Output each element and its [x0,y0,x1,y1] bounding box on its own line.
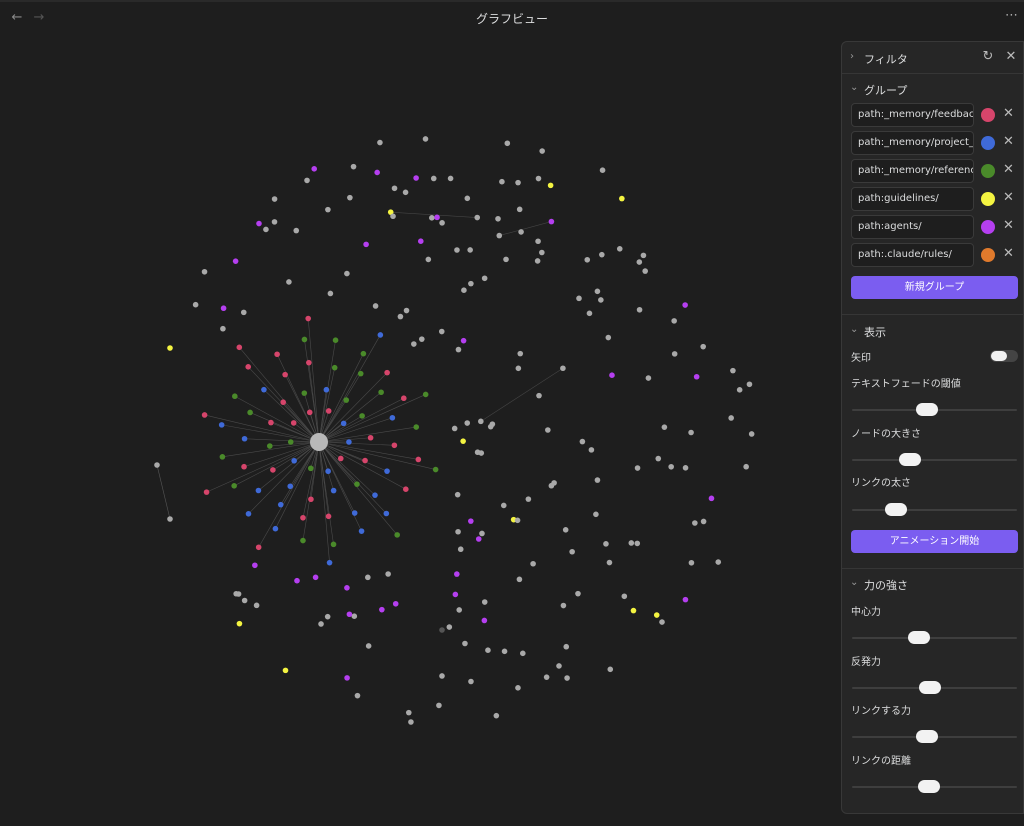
group-query-input[interactable]: path:_memory/referenc [851,159,974,183]
graph-settings-panel: › フィルタ ↻ ✕ ⌄ グループ path:_memory/feedbac ✕… [841,41,1024,814]
link-force-slider[interactable] [852,730,1017,744]
display-section-header[interactable]: ⌄ 表示 [842,322,1024,342]
slider-thumb[interactable] [916,403,939,416]
group-query-input[interactable]: path:agents/ [851,215,974,239]
arrows-toggle[interactable] [990,350,1018,362]
text-fade-label: テキストフェードの閾値 [851,379,961,390]
group-color-swatch[interactable] [981,220,995,234]
window-title: グラフビュー [475,12,548,26]
center-force-label: 中心力 [851,607,881,618]
divider [842,568,1024,569]
chevron-right-icon: › [850,51,854,62]
arrows-label: 矢印 [851,353,871,364]
link-distance-slider[interactable] [852,780,1017,794]
start-animation-button[interactable]: アニメーション開始 [851,530,1018,553]
group-query-input[interactable]: path:_memory/project_ [851,131,974,155]
link-thickness-label: リンクの太さ [851,478,911,489]
node-size-label: ノードの大きさ [851,429,921,440]
node-size-slider[interactable] [852,453,1017,467]
filter-section-label: フィルタ [864,53,908,66]
slider-thumb[interactable] [916,730,939,743]
chevron-down-icon: ⌄ [850,82,859,93]
remove-group-icon[interactable]: ✕ [1003,218,1014,233]
remove-group-icon[interactable]: ✕ [1003,246,1014,261]
text-fade-slider[interactable] [852,403,1017,417]
repel-force-slider[interactable] [852,681,1017,695]
graph-canvas[interactable] [0,32,840,826]
remove-group-icon[interactable]: ✕ [1003,190,1014,205]
remove-group-icon[interactable]: ✕ [1003,162,1014,177]
group-row: path:.claude/rules/ ✕ [851,243,1021,267]
forces-section-header[interactable]: ⌄ 力の強さ [842,575,1024,595]
group-row: path:guidelines/ ✕ [851,187,1021,211]
group-color-swatch[interactable] [981,136,995,150]
slider-thumb[interactable] [917,780,940,793]
group-query-input[interactable]: path:guidelines/ [851,187,974,211]
group-row: path:_memory/referenc ✕ [851,159,1021,183]
group-color-swatch[interactable] [981,248,995,262]
reset-icon[interactable]: ↻ [980,49,996,65]
group-row: path:_memory/feedbac ✕ [851,103,1021,127]
close-icon[interactable]: ✕ [1003,49,1019,65]
link-thickness-slider[interactable] [852,503,1017,517]
slider-thumb[interactable] [884,503,907,516]
forces-section-label: 力の強さ [864,579,908,592]
repel-force-label: 反発力 [851,657,881,668]
slider-thumb[interactable] [907,631,930,644]
chevron-down-icon: ⌄ [850,324,859,335]
group-row: path:_memory/project_ ✕ [851,131,1021,155]
group-query-input[interactable]: path:_memory/feedbac [851,103,974,127]
group-query-input[interactable]: path:.claude/rules/ [851,243,974,267]
remove-group-icon[interactable]: ✕ [1003,134,1014,149]
title-bar: ← → グラフビュー ⋯ [0,0,1024,32]
group-color-swatch[interactable] [981,108,995,122]
divider [842,73,1024,74]
link-force-label: リンクする力 [851,706,911,717]
new-group-button[interactable]: 新規グループ [851,276,1018,299]
group-color-swatch[interactable] [981,164,995,178]
slider-thumb[interactable] [919,681,942,694]
toggle-knob [991,351,1007,361]
remove-group-icon[interactable]: ✕ [1003,106,1014,121]
groups-section-label: グループ [864,84,908,97]
divider [842,314,1024,315]
center-force-slider[interactable] [852,631,1017,645]
chevron-down-icon: ⌄ [850,577,859,588]
link-distance-label: リンクの距離 [851,756,911,767]
filter-section-header[interactable]: › フィルタ [842,49,1024,69]
display-section-label: 表示 [864,326,886,339]
more-options-icon[interactable]: ⋯ [1005,8,1018,23]
group-row: path:agents/ ✕ [851,215,1021,239]
groups-section-header[interactable]: ⌄ グループ [842,80,1024,100]
slider-thumb[interactable] [899,453,922,466]
group-color-swatch[interactable] [981,192,995,206]
